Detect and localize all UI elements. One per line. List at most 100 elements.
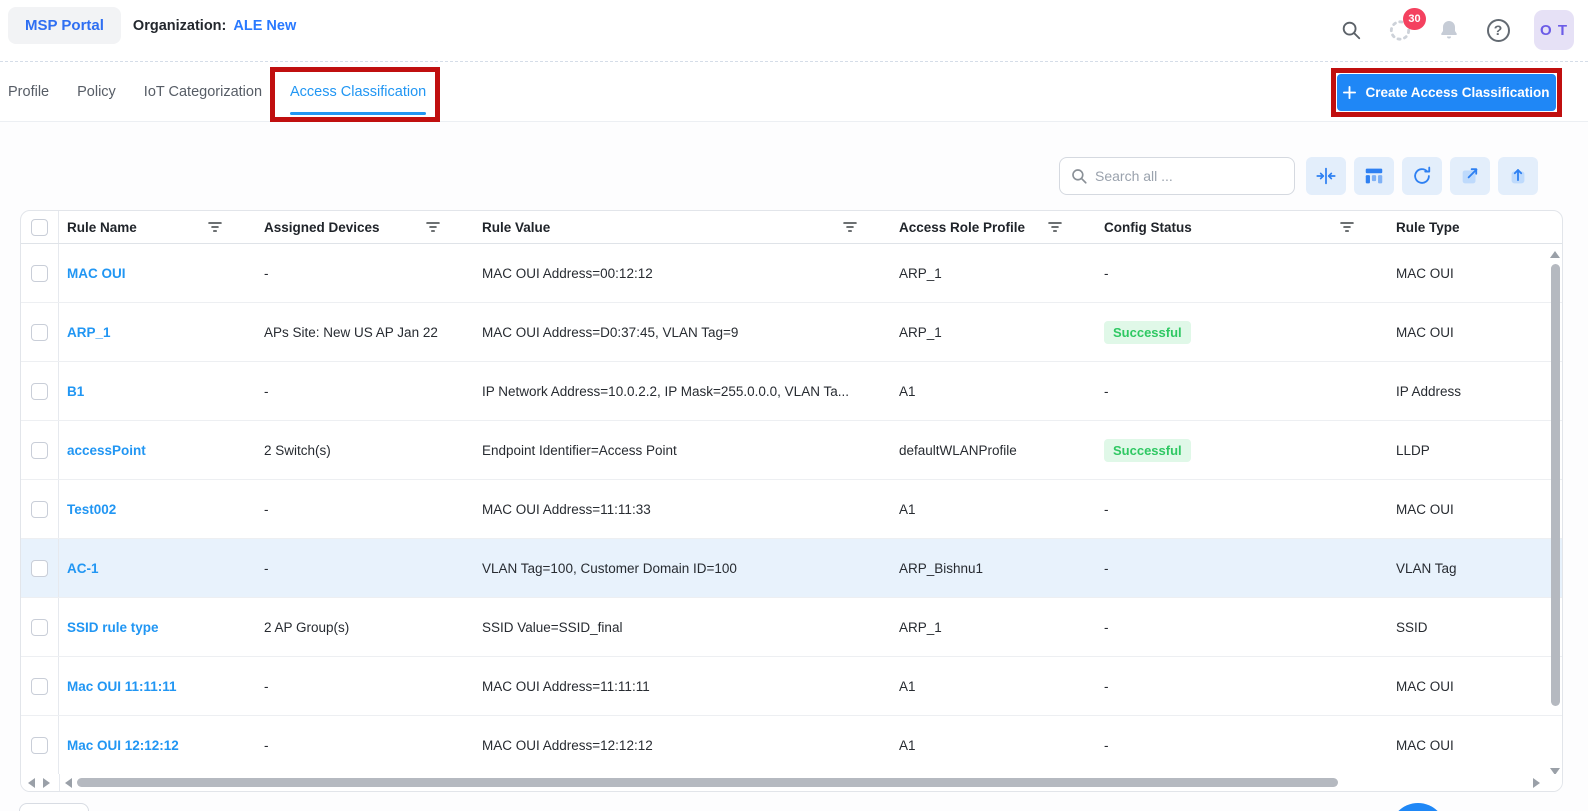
organization: Organization: ALE New bbox=[133, 18, 296, 34]
row-checkbox[interactable] bbox=[31, 737, 48, 754]
create-access-classification-button[interactable]: Create Access Classification bbox=[1337, 74, 1556, 111]
assigned-devices-cell: - bbox=[256, 480, 474, 538]
floating-action-button[interactable] bbox=[1390, 803, 1446, 811]
horizontal-scroll-right-arrow[interactable] bbox=[1533, 778, 1540, 788]
rule-name-link[interactable]: Test002 bbox=[67, 502, 116, 517]
access-role-profile-cell: ARP_1 bbox=[891, 303, 1096, 361]
assigned-devices-cell: - bbox=[256, 657, 474, 715]
row-checkbox[interactable] bbox=[31, 383, 48, 400]
assigned-devices-cell: - bbox=[256, 362, 474, 420]
msp-portal-chip[interactable]: MSP Portal bbox=[8, 7, 121, 44]
table-row[interactable]: Mac OUI 11:11:11 - MAC OUI Address=11:11… bbox=[21, 657, 1562, 716]
organization-link[interactable]: ALE New bbox=[233, 18, 296, 34]
plus-icon bbox=[1343, 86, 1356, 99]
topbar-actions: 30 ? O T bbox=[1338, 4, 1574, 56]
frozen-scroll-left-arrow[interactable] bbox=[28, 778, 35, 788]
tab-policy[interactable]: Policy bbox=[77, 62, 116, 121]
export-button[interactable] bbox=[1498, 157, 1538, 195]
filter-icon[interactable] bbox=[1048, 221, 1062, 233]
table-header-row: Rule Name Assigned Devices Rule Value Ac… bbox=[21, 211, 1562, 244]
rule-name-link[interactable]: MAC OUI bbox=[67, 266, 126, 281]
frozen-scroll-right-arrow[interactable] bbox=[43, 778, 50, 788]
organization-label: Organization: bbox=[133, 18, 226, 34]
table-row[interactable]: MAC OUI - MAC OUI Address=00:12:12 ARP_1… bbox=[21, 244, 1562, 303]
rule-value-cell: Endpoint Identifier=Access Point bbox=[474, 421, 891, 479]
tab-iot-categorization[interactable]: IoT Categorization bbox=[144, 62, 262, 121]
avatar[interactable]: O T bbox=[1534, 10, 1574, 50]
scrollbar-divider bbox=[59, 774, 60, 791]
rule-value-cell: IP Network Address=10.0.2.2, IP Mask=255… bbox=[474, 362, 891, 420]
bell-icon[interactable] bbox=[1436, 17, 1462, 43]
rule-name-link[interactable]: SSID rule type bbox=[67, 620, 159, 635]
rule-value-cell: MAC OUI Address=00:12:12 bbox=[474, 244, 891, 302]
help-icon[interactable]: ? bbox=[1485, 17, 1511, 43]
table-row[interactable]: B1 - IP Network Address=10.0.2.2, IP Mas… bbox=[21, 362, 1562, 421]
table-row[interactable]: SSID rule type 2 AP Group(s) SSID Value=… bbox=[21, 598, 1562, 657]
column-header: Rule Type bbox=[1396, 220, 1460, 235]
rule-name-link[interactable]: B1 bbox=[67, 384, 84, 399]
row-checkbox[interactable] bbox=[31, 324, 48, 341]
filter-icon[interactable] bbox=[843, 221, 857, 233]
table-row[interactable]: Mac OUI 12:12:12 - MAC OUI Address=12:12… bbox=[21, 716, 1562, 775]
vertical-scroll-up-arrow[interactable] bbox=[1550, 251, 1560, 258]
config-status-cell: - bbox=[1096, 598, 1388, 656]
rule-value-cell: MAC OUI Address=11:11:33 bbox=[474, 480, 891, 538]
rules-table: Rule Name Assigned Devices Rule Value Ac… bbox=[20, 210, 1563, 792]
search-icon[interactable] bbox=[1338, 17, 1364, 43]
horizontal-scrollbar-thumb[interactable] bbox=[77, 778, 1338, 787]
config-status-cell: - bbox=[1096, 657, 1388, 715]
rule-type-cell: LLDP bbox=[1388, 421, 1563, 479]
loading-spinner-icon[interactable]: 30 bbox=[1387, 17, 1413, 43]
row-checkbox[interactable] bbox=[31, 678, 48, 695]
table-row-highlighted[interactable]: AC-1 - VLAN Tag=100, Customer Domain ID=… bbox=[21, 539, 1562, 598]
columns-button[interactable] bbox=[1354, 157, 1394, 195]
table-row[interactable]: Test002 - MAC OUI Address=11:11:33 A1 - … bbox=[21, 480, 1562, 539]
row-checkbox[interactable] bbox=[31, 265, 48, 282]
select-all-checkbox[interactable] bbox=[31, 219, 48, 236]
rule-value-cell: MAC OUI Address=D0:37:45, VLAN Tag=9 bbox=[474, 303, 891, 361]
create-button-label: Create Access Classification bbox=[1365, 85, 1549, 100]
refresh-icon bbox=[1411, 165, 1433, 187]
open-in-new-icon bbox=[1459, 165, 1481, 187]
rule-type-cell: MAC OUI bbox=[1388, 716, 1563, 774]
column-header: Assigned Devices bbox=[264, 220, 380, 235]
tab-access-classification[interactable]: Access Classification bbox=[290, 62, 426, 121]
page-size-select[interactable] bbox=[19, 803, 89, 811]
config-status-cell: - bbox=[1096, 244, 1388, 302]
horizontal-scroll-left-arrow[interactable] bbox=[65, 778, 72, 788]
row-checkbox[interactable] bbox=[31, 560, 48, 577]
open-in-new-button[interactable] bbox=[1450, 157, 1490, 195]
search-input-icon bbox=[1070, 167, 1088, 185]
rule-name-link[interactable]: Mac OUI 11:11:11 bbox=[67, 679, 177, 694]
collapse-columns-button[interactable] bbox=[1306, 157, 1346, 195]
topbar: MSP Portal Organization: ALE New 30 ? O … bbox=[0, 0, 1588, 62]
rule-name-link[interactable]: Mac OUI 12:12:12 bbox=[67, 738, 179, 753]
row-checkbox[interactable] bbox=[31, 501, 48, 518]
filter-icon[interactable] bbox=[426, 221, 440, 233]
rule-type-cell: MAC OUI bbox=[1388, 303, 1563, 361]
refresh-button[interactable] bbox=[1402, 157, 1442, 195]
rule-name-link[interactable]: accessPoint bbox=[67, 443, 146, 458]
horizontal-scrollbar bbox=[21, 774, 1562, 791]
search-box bbox=[1059, 157, 1295, 195]
rule-name-link[interactable]: ARP_1 bbox=[67, 325, 111, 340]
vertical-scrollbar-thumb[interactable] bbox=[1551, 264, 1560, 706]
rule-type-cell: MAC OUI bbox=[1388, 244, 1563, 302]
access-role-profile-cell: ARP_Bishnu1 bbox=[891, 539, 1096, 597]
tab-profile[interactable]: Profile bbox=[8, 62, 49, 121]
rule-type-cell: MAC OUI bbox=[1388, 480, 1563, 538]
table-row[interactable]: accessPoint 2 Switch(s) Endpoint Identif… bbox=[21, 421, 1562, 480]
rule-type-cell: VLAN Tag bbox=[1388, 539, 1563, 597]
rule-name-link[interactable]: AC-1 bbox=[67, 561, 99, 576]
msp-portal-app: MSP Portal Organization: ALE New 30 ? O … bbox=[0, 0, 1588, 811]
column-header: Access Role Profile bbox=[899, 220, 1025, 235]
row-checkbox[interactable] bbox=[31, 619, 48, 636]
access-role-profile-cell: defaultWLANProfile bbox=[891, 421, 1096, 479]
table-row[interactable]: ARP_1 APs Site: New US AP Jan 22 MAC OUI… bbox=[21, 303, 1562, 362]
access-role-profile-cell: ARP_1 bbox=[891, 244, 1096, 302]
filter-icon[interactable] bbox=[208, 221, 222, 233]
row-checkbox[interactable] bbox=[31, 442, 48, 459]
filter-icon[interactable] bbox=[1340, 221, 1354, 233]
search-input[interactable] bbox=[1095, 168, 1284, 184]
rule-value-cell: VLAN Tag=100, Customer Domain ID=100 bbox=[474, 539, 891, 597]
